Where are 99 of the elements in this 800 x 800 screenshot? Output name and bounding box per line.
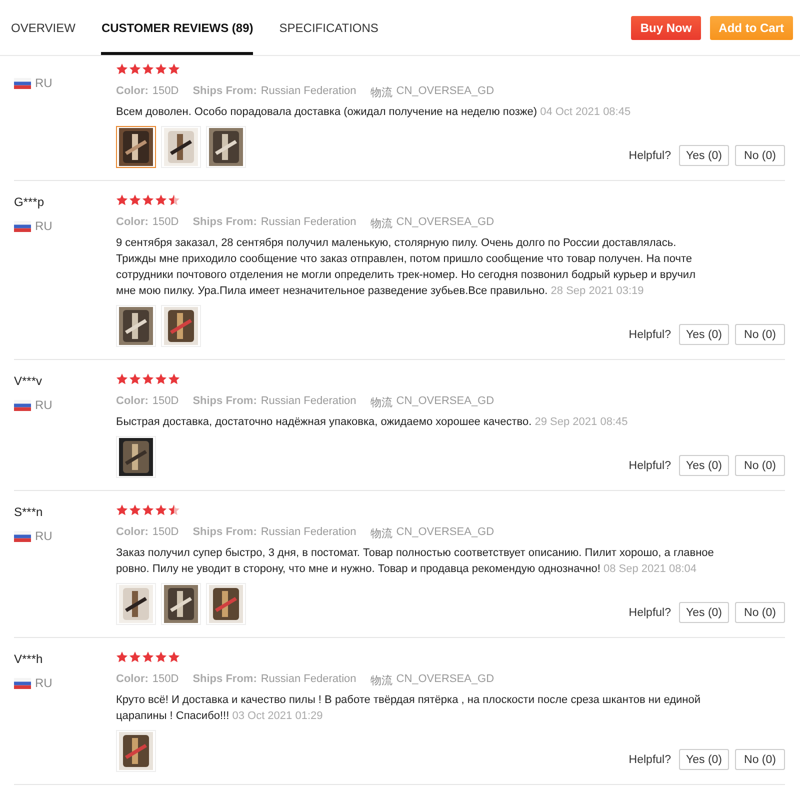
country-code: RU [35,76,52,90]
star-icon [155,651,167,663]
attribute-label: Color: [116,395,148,409]
attribute-label: Ships From: [192,85,257,99]
no-button[interactable]: No (0) [735,324,785,345]
star-icon [129,651,141,663]
star-icon [129,63,141,75]
helpful-label: Helpful? [628,606,671,618]
tab[interactable]: OVERVIEW [11,0,76,55]
attribute-value: 150D [152,395,179,409]
attribute-value: 150D [152,85,179,99]
attribute-label: 物流 [370,216,392,231]
review-date: 03 Oct 2021 01:29 [232,710,323,722]
review-text: 9 сентября заказал, 28 сентября получил маленькую, столярную пилу. Очень долго по России доставлялась. Трижды мне приходило сообщение что заказ отправлен, потом пришло сообщение что товар получен. На почте сотрудники почтового отделения не могли определить трек-номер. Но сегодня позвонил бодрый курьер и вручил мне мою пилку. Ура.Пила имеет незначительное разведение зубьев.Все правильно. 28 Sep 2021 03:19 [116,236,696,299]
attribute-value: CN_OVERSEA_GD [396,216,494,230]
star-icon [168,651,180,663]
attribute-label: Color: [116,216,148,230]
star-icon [155,63,167,75]
attribute-value: 150D [152,673,179,687]
attribute-value: Russian Federation [260,216,356,230]
review-text: Всем доволен. Особо порадовала доставка (ожидал получение на неделю позже) 04 Oct 2021 08:45 [116,105,632,120]
yes-button[interactable]: Yes (0) [679,455,729,476]
tab[interactable]: CUSTOMER REVIEWS (89) [101,0,254,55]
reviewer-name: V***h [14,652,44,666]
review-text: Заказ получил супер быстро, 3 дня, в постомат. Товар полностью соответствует описанию. Пилит хорошо, а главное ровно. Пилу не уводит в сторону, что мне и нужно. Товар и продавца рекомендую однозначно! 08 Sep 2021 08:04 [116,546,715,577]
star-icon [129,373,141,385]
country-code: RU [35,529,52,543]
star-icon [142,373,154,385]
attribute-label: Ships From: [192,395,257,409]
attribute-value: CN_OVERSEA_GD [396,673,494,687]
country-code: RU [35,676,52,690]
photo-thumbnail[interactable] [116,126,156,168]
attribute-value: Russian Federation [260,85,356,99]
attribute-value: Russian Federation [260,395,356,409]
attribute-label: Color: [116,673,148,687]
reviewer-name: V***v [14,374,44,388]
attribute-label: 物流 [370,674,392,688]
review-date: 08 Sep 2021 08:04 [604,563,696,575]
review-date: 29 Sep 2021 08:45 [534,416,628,428]
star-icon [116,373,128,385]
review-date: 28 Sep 2021 03:19 [550,285,644,297]
no-button[interactable]: No (0) [735,602,785,623]
review-date: 04 Oct 2021 08:45 [540,106,631,118]
star-icon [116,63,128,75]
buy-now-button[interactable]: Buy Now [631,16,701,40]
flag-icon [14,400,31,410]
attribute-label: Ships From: [192,673,257,687]
star-icon [155,373,167,385]
star-icon [116,194,128,206]
star-icon [116,504,128,516]
flag-icon [14,530,31,542]
star-icon [142,63,154,75]
attribute-label: Ships From: [192,216,257,230]
attribute-label: 物流 [370,526,392,541]
no-button[interactable]: No (0) [735,455,785,476]
reviewer-name: S***n [14,505,44,519]
flag-icon [14,78,31,88]
star-icon [142,194,154,206]
yes-button[interactable]: Yes (0) [679,324,729,345]
reviewer-name: G***p [14,195,46,209]
review-text: Быстрая доставка, достаточно надёжная упаковка, ожидаемо хорошее качество. 29 Sep 2021 08:45 [116,415,629,430]
star-icon [168,373,180,385]
attribute-value: CN_OVERSEA_GD [396,526,494,540]
attribute-label: Color: [116,526,148,540]
attribute-value: 150D [152,526,179,540]
country-code: RU [35,398,52,412]
attribute-value: Russian Federation [260,526,356,540]
star-icon [129,504,141,516]
yes-button[interactable]: Yes (0) [679,749,729,770]
star-icon [168,504,180,516]
yes-button[interactable]: Yes (0) [679,602,729,623]
attribute-label: Color: [116,85,148,99]
star-icon [168,194,180,206]
attribute-value: CN_OVERSEA_GD [396,395,494,409]
review-text: Круто всё! И доставка и качество пилы ! В работе твёрдая пятёрка , на плоскости после среза шкантов ни единой царапины ! Спасибо!!! 03 Oct 2021 01:29 [116,693,702,724]
star-icon [116,651,128,663]
no-button[interactable]: No (0) [735,145,785,166]
attribute-label: 物流 [370,396,392,410]
flag-icon [14,220,31,232]
star-icon [155,194,167,206]
helpful-label: Helpful? [628,150,671,162]
star-icon [142,504,154,516]
tab[interactable]: SPECIFICATIONS [279,0,378,55]
no-button[interactable]: No (0) [735,749,785,770]
star-icon [155,504,167,516]
yes-button[interactable]: Yes (0) [679,145,729,166]
attribute-value: Russian Federation [260,673,356,687]
star-icon [142,651,154,663]
attribute-value: 150D [152,216,179,230]
flag-icon [14,678,31,688]
attribute-label: 物流 [370,86,392,100]
helpful-label: Helpful? [628,754,671,766]
attribute-label: Ships From: [192,526,257,540]
country-code: RU [35,219,52,233]
star-icon [168,63,180,75]
helpful-label: Helpful? [628,460,671,472]
helpful-label: Helpful? [628,328,671,340]
star-icon [129,194,141,206]
attribute-value: CN_OVERSEA_GD [396,85,494,99]
